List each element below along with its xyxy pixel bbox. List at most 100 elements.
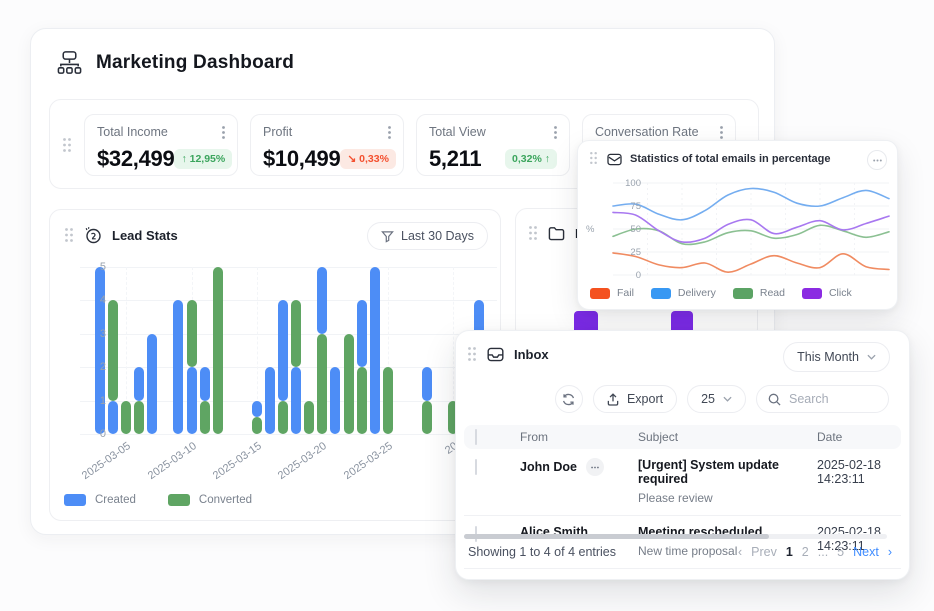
inbox-icon — [487, 347, 504, 362]
stat-value: 5,211 — [429, 146, 481, 172]
bar-segment — [95, 267, 105, 434]
stat-card-profit: Profit $10,499 ↘ 0,33% — [250, 114, 404, 176]
legend-item-read[interactable]: Read — [733, 287, 785, 299]
table-row[interactable]: Alice Smith Meeting rescheduled New time… — [464, 516, 901, 569]
x-axis-label: 2025-03-20 — [265, 440, 329, 490]
stat-title: Total View — [429, 125, 486, 139]
stat-card-total-view: Total View 5,211 0,32% ↑ — [416, 114, 570, 176]
trend-badge: ↘ 0,33% — [340, 149, 396, 169]
trend-badge: ↑ 12,95% — [174, 149, 232, 169]
ellipsis-icon[interactable] — [867, 150, 887, 170]
scrollbar-thumb[interactable] — [464, 534, 769, 539]
next-chevron-icon[interactable]: › — [888, 545, 892, 559]
bar-segment — [383, 367, 393, 434]
folder-icon — [548, 226, 565, 241]
next-button[interactable]: Next — [853, 545, 879, 559]
stat-card-total-income: Total Income $32,499 ↑ 12,95% — [84, 114, 238, 176]
email-date: 2025-02-18 14:23:11 — [787, 458, 901, 486]
chevron-down-icon — [867, 354, 876, 360]
x-axis-label: 20 — [396, 440, 460, 490]
bar-segment — [134, 401, 144, 434]
legend-item-click[interactable]: Click — [802, 287, 852, 299]
stat-value: $32,499 — [97, 146, 174, 172]
prev-chevron-icon[interactable]: ‹ — [738, 545, 742, 559]
legend-item-converted[interactable]: Converted — [168, 494, 252, 506]
legend-item-delivery[interactable]: Delivery — [651, 287, 716, 299]
search-input[interactable] — [789, 392, 879, 406]
kebab-menu-icon[interactable] — [720, 126, 723, 139]
x-axis-label: 2025-03-10 — [134, 440, 198, 490]
prev-button[interactable]: Prev — [751, 545, 777, 559]
search-box[interactable] — [756, 385, 889, 413]
email-stats-panel: Statistics of total emails in percentage… — [577, 140, 898, 310]
bar-segment — [370, 267, 380, 434]
bar-segment — [422, 367, 432, 400]
row-checkbox[interactable] — [475, 459, 477, 475]
bar-segment — [330, 367, 340, 434]
drag-handle-icon[interactable] — [64, 227, 74, 243]
email-chart-legend: Fail Delivery Read Click — [590, 287, 852, 299]
fail-swatch — [590, 288, 610, 299]
bar-segment — [357, 300, 367, 367]
email-subject: [Urgent] System update required — [638, 458, 783, 486]
trend-down-icon: ↘ — [347, 153, 356, 165]
page-number-1[interactable]: 1 — [786, 545, 793, 559]
bar-segment — [147, 334, 157, 434]
drag-handle-icon[interactable] — [467, 346, 477, 362]
export-button[interactable]: Export — [593, 385, 677, 413]
panel-title: Inbox — [514, 347, 549, 362]
page-number-5[interactable]: 5 — [837, 545, 844, 559]
lead-stats-panel: Lead Stats Last 30 Days 012345 2025-03-0… — [49, 209, 501, 521]
kebab-menu-icon[interactable] — [388, 126, 391, 139]
page-title: Marketing Dashboard — [96, 52, 294, 74]
legend-item-fail[interactable]: Fail — [590, 287, 634, 299]
converted-swatch — [168, 494, 190, 506]
inbox-toolbar: Export 25 — [555, 385, 889, 413]
page-number-2[interactable]: 2 — [802, 545, 809, 559]
bar-segment — [200, 401, 210, 434]
kebab-menu-icon[interactable] — [222, 126, 225, 139]
delivery-swatch — [651, 288, 671, 299]
drag-handle-icon[interactable] — [528, 225, 538, 241]
bar-segment — [265, 367, 275, 434]
bar-segment — [187, 367, 197, 434]
panel-title: Lead Stats — [112, 228, 178, 243]
bar-segment — [278, 401, 288, 434]
x-axis-label: 2025-03-05 — [69, 440, 133, 490]
bar-segment — [108, 401, 118, 434]
sitemap-icon — [56, 49, 83, 76]
drag-handle-icon[interactable] — [62, 137, 72, 153]
row-menu-icon[interactable] — [586, 458, 604, 476]
stat-value: $10,499 — [263, 146, 340, 172]
page-ellipsis: ... — [818, 545, 828, 559]
drag-handle-icon[interactable] — [589, 151, 599, 167]
x-axis-label: 2025-03-15 — [200, 440, 264, 490]
search-icon — [768, 393, 781, 406]
refresh-button[interactable] — [555, 385, 583, 413]
email-preview: Please review — [638, 491, 783, 505]
select-all-checkbox[interactable] — [475, 429, 477, 445]
table-row[interactable]: John Doe [Urgent] System update required… — [464, 449, 901, 516]
stat-title: Conversation Rate — [595, 125, 699, 139]
upload-icon — [607, 393, 619, 406]
chevron-down-icon — [723, 396, 732, 402]
page-size-dropdown[interactable]: 25 — [687, 385, 746, 413]
period-dropdown[interactable]: This Month — [783, 342, 890, 372]
bar-segment — [108, 300, 118, 400]
lead-stats-chart — [80, 267, 497, 434]
date-filter-button[interactable]: Last 30 Days — [367, 222, 488, 250]
bar-segment — [278, 300, 288, 400]
filter-icon — [381, 230, 394, 243]
horizontal-scrollbar[interactable] — [464, 534, 887, 539]
bar-segment — [252, 417, 262, 434]
pagination: ‹ Prev 1 2 ... 5 Next › — [738, 545, 892, 559]
bar-segment — [291, 367, 301, 434]
column-header-from: From — [516, 430, 634, 444]
panel-title: Statistics of total emails in percentage — [630, 153, 831, 165]
bar-segment — [187, 300, 197, 367]
email-stats-chart: % — [613, 183, 889, 275]
legend-item-created[interactable]: Created — [64, 494, 136, 506]
trend-up-icon: ↑ — [181, 153, 186, 165]
kebab-menu-icon[interactable] — [554, 126, 557, 139]
inbox-panel: Inbox This Month Export — [455, 330, 910, 580]
